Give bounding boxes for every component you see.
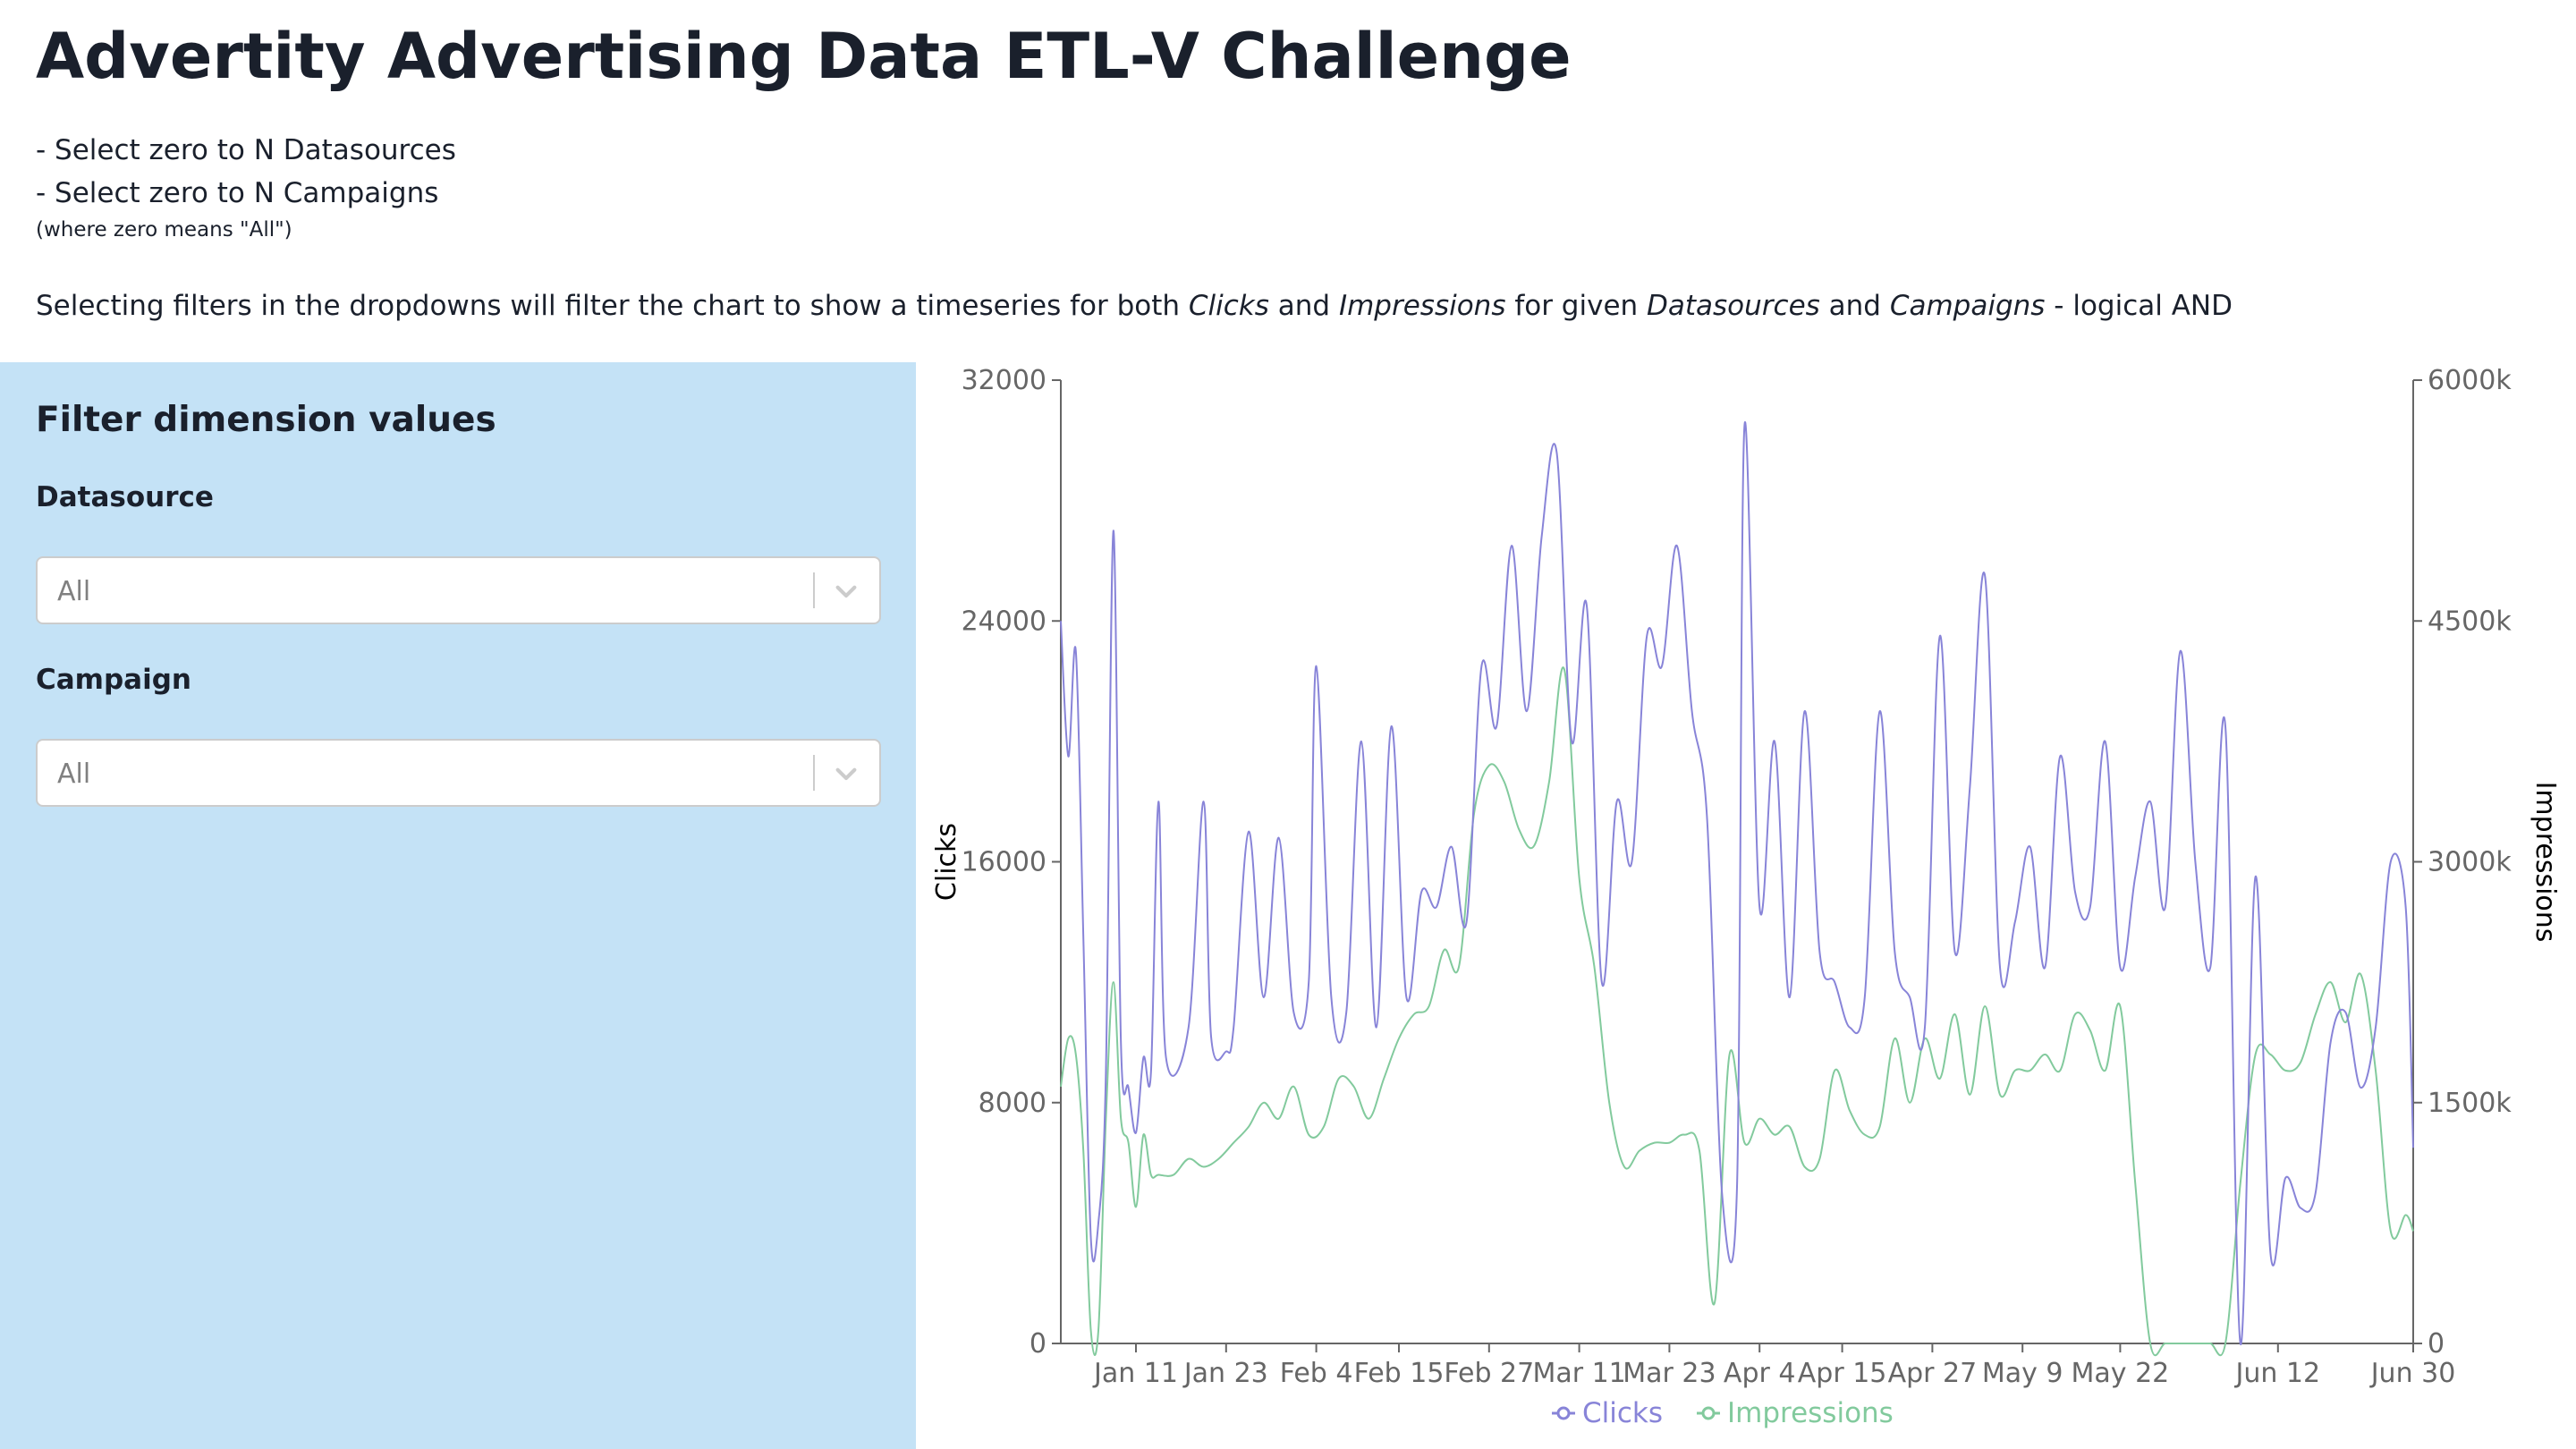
chevron-down-icon[interactable] <box>831 758 861 789</box>
x-tick-label: Feb 4 <box>1280 1358 1353 1389</box>
y-right-tick-label: 3000k <box>2428 847 2512 878</box>
y-left-tick-label: 8000 <box>979 1088 1046 1119</box>
description-part: and <box>1819 290 1890 322</box>
legend-marker-circle <box>1701 1406 1716 1420</box>
description-text: Selecting filters in the dropdowns will … <box>36 290 2233 322</box>
instruction-datasources: - Select zero to N Datasources <box>36 134 456 166</box>
description-impressions: Impressions <box>1338 290 1506 322</box>
datasource-select[interactable]: All <box>36 556 881 624</box>
x-tick-label: Jun 30 <box>2369 1358 2456 1389</box>
y-left-tick-label: 24000 <box>962 606 1046 637</box>
datasource-label: Datasource <box>36 481 214 513</box>
filter-panel-title: Filter dimension values <box>36 400 496 440</box>
chevron-down-icon[interactable] <box>831 576 861 606</box>
x-tick-label: Feb 27 <box>1444 1358 1534 1389</box>
instruction-campaigns: - Select zero to N Campaigns <box>36 177 439 209</box>
y-left-tick-label: 32000 <box>962 365 1046 396</box>
y-axis-right-title: Impressions <box>2529 782 2561 943</box>
campaign-label: Campaign <box>36 664 191 696</box>
legend-label: Impressions <box>1727 1397 1894 1429</box>
select-separator <box>813 572 815 608</box>
y-left-tick-label: 16000 <box>962 847 1046 878</box>
campaign-select-value: All <box>57 758 91 790</box>
chart-svg: 0 8000 16000 24000 32000 0 1500k 3000k 4500k 6000… <box>931 365 2561 1429</box>
x-tick-label: Mar 23 <box>1623 1358 1716 1389</box>
y-left-tick-label: 0 <box>1030 1328 1046 1360</box>
x-tick-label: May 22 <box>2072 1358 2170 1389</box>
description-datasources: Datasources <box>1647 290 1820 322</box>
y-right-tick-label: 1500k <box>2428 1088 2512 1119</box>
x-tick-label: May 9 <box>1982 1358 2063 1389</box>
y-right-tick-label: 4500k <box>2428 606 2512 637</box>
page-title: Advertity Advertising Data ETL-V Challen… <box>36 20 1572 93</box>
description-part: - logical AND <box>2045 290 2233 322</box>
y-axis-left-title: Clicks <box>931 823 962 901</box>
campaign-select[interactable]: All <box>36 739 881 807</box>
select-separator <box>813 755 815 791</box>
x-tick-label: Apr 4 <box>1724 1358 1796 1389</box>
description-part: and <box>1268 290 1339 322</box>
x-tick-label: Mar 11 <box>1532 1358 1625 1389</box>
x-tick-label: Feb 15 <box>1354 1358 1445 1389</box>
filter-sidebar: Filter dimension values Datasource All C… <box>0 362 916 1449</box>
timeseries-chart: 0 8000 16000 24000 32000 0 1500k 3000k 4500k 6000… <box>916 362 2576 1449</box>
series-line-impressions <box>1060 666 2414 1357</box>
x-tick-label: Jan 11 <box>1092 1358 1178 1389</box>
description-campaigns: Campaigns <box>1889 290 2046 322</box>
series-line-clicks <box>1060 421 2414 1345</box>
y-right-tick-label: 0 <box>2428 1328 2445 1360</box>
legend-label: Clicks <box>1582 1397 1663 1429</box>
legend-marker-circle <box>1556 1406 1571 1420</box>
y-right-tick-label: 6000k <box>2428 365 2512 396</box>
x-tick-label: Jan 23 <box>1182 1358 1268 1389</box>
x-tick-label: Apr 27 <box>1888 1358 1978 1389</box>
x-tick-label: Jun 12 <box>2234 1358 2321 1389</box>
instruction-note: (where zero means "All") <box>36 218 292 242</box>
description-clicks: Clicks <box>1188 290 1269 322</box>
description-part: for given <box>1505 290 1648 322</box>
x-tick-label: Apr 15 <box>1798 1358 1887 1389</box>
description-part: Selecting filters in the dropdowns will … <box>36 290 1189 322</box>
datasource-select-value: All <box>57 576 91 607</box>
